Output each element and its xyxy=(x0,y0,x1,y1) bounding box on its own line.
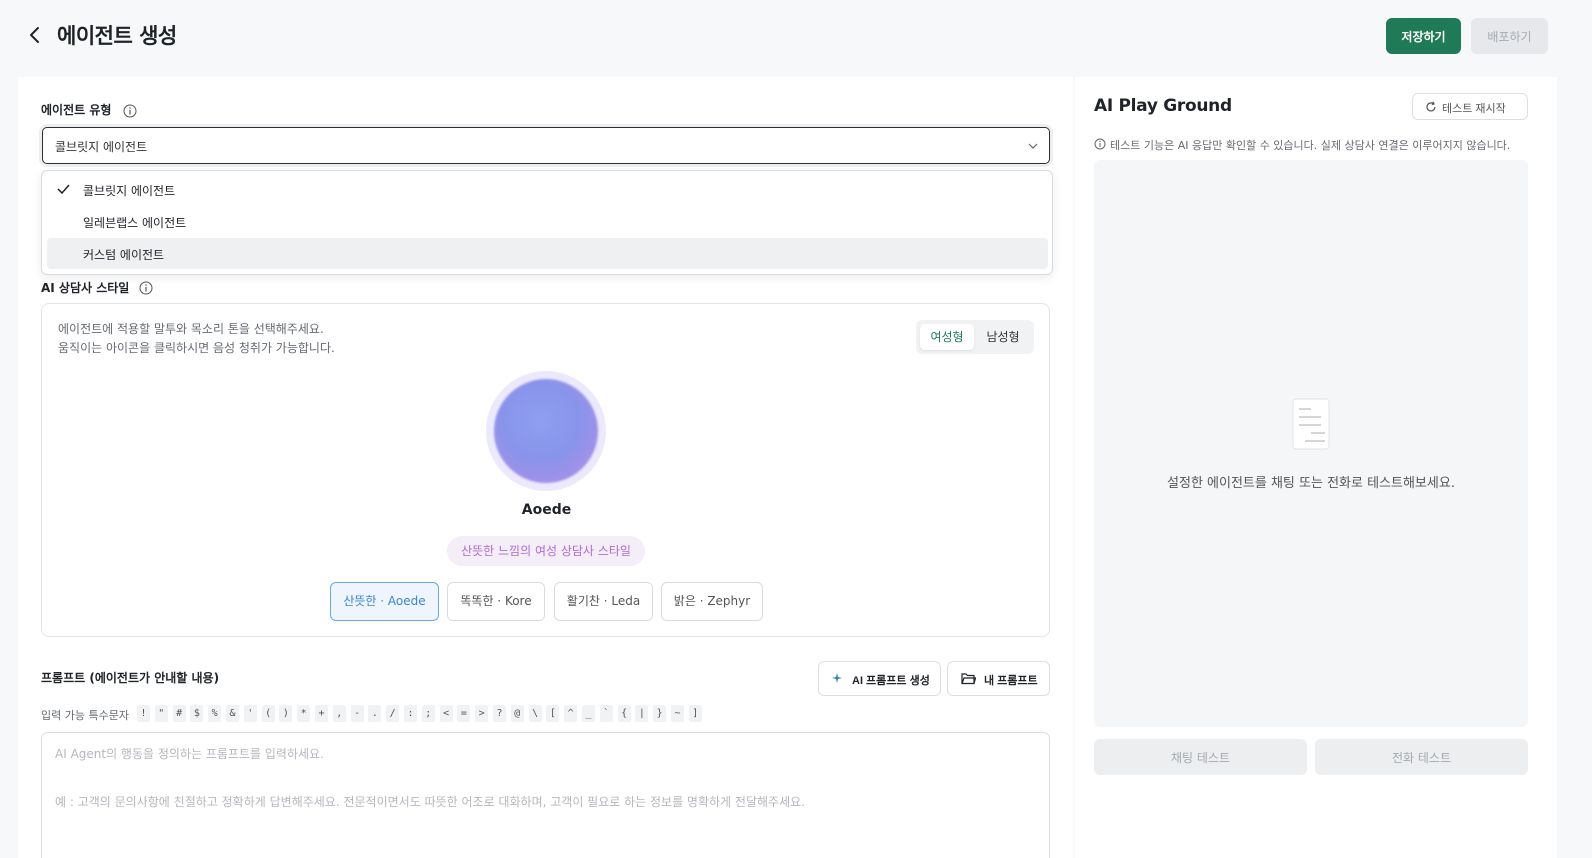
voice-chip-zephyr[interactable]: 밝은 · Zephyr xyxy=(661,582,763,621)
my-prompt-button[interactable]: 내 프롬프트 xyxy=(947,661,1050,696)
voice-orb-icon xyxy=(494,379,598,483)
special-char-chip: \ xyxy=(528,705,542,722)
document-icon xyxy=(1292,398,1330,450)
chevron-left-icon xyxy=(30,27,39,43)
special-char-chip: * xyxy=(297,705,311,722)
gender-male-button[interactable]: 남성형 xyxy=(976,324,1030,350)
dropdown-option-label: 일레븐랩스 에이전트 xyxy=(83,216,187,230)
save-button[interactable]: 저장하기 xyxy=(1386,18,1461,54)
special-char-chip: / xyxy=(386,705,400,722)
special-char-chip: } xyxy=(653,705,667,722)
special-char-chip: " xyxy=(154,705,168,722)
special-char-chip: < xyxy=(439,705,453,722)
playground-empty-message: 설정한 에이전트를 채팅 또는 전화로 테스트해보세요. xyxy=(1167,476,1455,491)
special-char-chip: ^ xyxy=(564,705,578,722)
special-char-chip: ? xyxy=(493,705,506,722)
special-char-chip: ' xyxy=(243,705,257,722)
special-char-chip: ` xyxy=(599,705,613,722)
playground-title: AI Play Ground xyxy=(1094,96,1232,116)
gender-toggle: 여성형 남성형 xyxy=(916,320,1034,354)
back-button[interactable] xyxy=(24,22,46,48)
sparkle-icon xyxy=(832,673,842,683)
agent-settings-panel: 에이전트 유형 콜브릿지 에이전트 콜브릿지 에이전트 일레븐랩스 에이전트 커… xyxy=(18,77,1073,858)
ai-prompt-generate-button[interactable]: AI 프롬프트 생성 xyxy=(818,661,941,696)
special-char-chip: + xyxy=(315,705,328,722)
agent-type-dropdown: 콜브릿지 에이전트 일레븐랩스 에이전트 커스텀 에이전트 xyxy=(41,170,1053,275)
special-char-chip: @ xyxy=(510,705,524,722)
voice-name: Aoede xyxy=(521,502,572,518)
special-char-chip: | xyxy=(635,705,649,722)
refresh-icon xyxy=(1426,101,1436,112)
call-test-button[interactable]: 전화 테스트 xyxy=(1315,739,1528,775)
special-char-chip: ; xyxy=(421,705,435,722)
chat-test-button[interactable]: 채팅 테스트 xyxy=(1094,739,1307,775)
special-chars-label: 입력 가능 특수문자 xyxy=(41,709,129,722)
playground-panel: AI Play Ground 테스트 재시작 테스트 기능은 AI 응답만 확인… xyxy=(1075,77,1557,858)
special-char-chip: ! xyxy=(137,705,150,722)
special-char-chip: & xyxy=(226,705,239,722)
dropdown-option-elevenlabs[interactable]: 일레븐랩스 에이전트 xyxy=(47,206,1048,237)
special-char-chip: , xyxy=(332,705,346,722)
prompt-example: 예 : 고객의 문의사항에 친절하고 정확하게 답변해주세요. 전문적이면서도 … xyxy=(55,795,805,809)
info-icon[interactable] xyxy=(123,104,137,118)
info-icon xyxy=(1094,138,1106,150)
chevron-down-icon xyxy=(1028,143,1038,149)
prompt-textarea[interactable]: AI Agent의 행동을 정의하는 프롬프트를 입력하세요. 예 : 고객의 … xyxy=(41,732,1050,858)
check-icon xyxy=(57,184,70,195)
agent-type-selected-value: 콜브릿지 에이전트 xyxy=(55,140,148,154)
special-char-chip: % xyxy=(208,705,222,722)
special-char-chip: _ xyxy=(582,705,595,722)
special-char-chip: . xyxy=(368,705,382,722)
prompt-placeholder: AI Agent의 행동을 정의하는 프롬프트를 입력하세요. xyxy=(55,747,324,761)
gender-female-button[interactable]: 여성형 xyxy=(920,324,974,350)
voice-chip-kore[interactable]: 똑똑한 · Kore xyxy=(447,582,545,621)
special-char-chip: : xyxy=(404,705,417,722)
folder-icon xyxy=(961,673,976,685)
prompt-label: 프롬프트 (에이전트가 안내할 내용) xyxy=(41,671,220,685)
special-char-chip: > xyxy=(475,705,489,722)
dropdown-option-label: 커스텀 에이전트 xyxy=(83,248,165,262)
special-char-chip: ] xyxy=(688,705,702,722)
counselor-style-label: AI 상담사 스타일 xyxy=(41,281,130,295)
agent-type-select[interactable]: 콜브릿지 에이전트 xyxy=(42,127,1050,164)
special-char-chip: { xyxy=(617,705,631,722)
dropdown-option-callbridge[interactable]: 콜브릿지 에이전트 xyxy=(47,174,1048,205)
page-title: 에이전트 생성 xyxy=(57,24,177,48)
special-char-chip: # xyxy=(172,705,186,722)
info-icon[interactable] xyxy=(139,281,153,295)
special-char-chip: = xyxy=(457,705,471,722)
special-char-chip: - xyxy=(350,705,364,722)
dropdown-option-label: 콜브릿지 에이전트 xyxy=(83,184,176,198)
special-char-chip: ( xyxy=(261,705,275,722)
dropdown-option-custom[interactable]: 커스텀 에이전트 xyxy=(47,238,1048,269)
special-char-chip: [ xyxy=(546,705,560,722)
voice-chip-leda[interactable]: 활기찬 · Leda xyxy=(554,582,653,621)
counselor-style-box: 에이전트에 적용할 말투와 목소리 톤을 선택해주세요. 움직이는 아이콘을 클… xyxy=(41,303,1050,637)
restart-test-button[interactable]: 테스트 재시작 xyxy=(1412,93,1528,120)
page-header: 에이전트 생성 저장하기 배포하기 xyxy=(0,0,1592,74)
playground-chat-area: 설정한 에이전트를 채팅 또는 전화로 테스트해보세요. xyxy=(1094,160,1528,727)
agent-type-label: 에이전트 유형 xyxy=(41,103,112,117)
style-description: 에이전트에 적용할 말투와 목소리 톤을 선택해주세요. 움직이는 아이콘을 클… xyxy=(58,322,335,355)
special-char-chip: ) xyxy=(279,705,293,722)
voice-preview-orb[interactable] xyxy=(486,371,606,491)
voice-chip-aoede[interactable]: 산뜻한 · Aoede xyxy=(330,582,439,621)
voice-style-tag: 산뜻한 느낌의 여성 상담사 스타일 xyxy=(447,536,645,566)
special-char-chip: $ xyxy=(190,705,204,722)
special-char-chip: ~ xyxy=(671,705,684,722)
deploy-button[interactable]: 배포하기 xyxy=(1471,18,1548,54)
